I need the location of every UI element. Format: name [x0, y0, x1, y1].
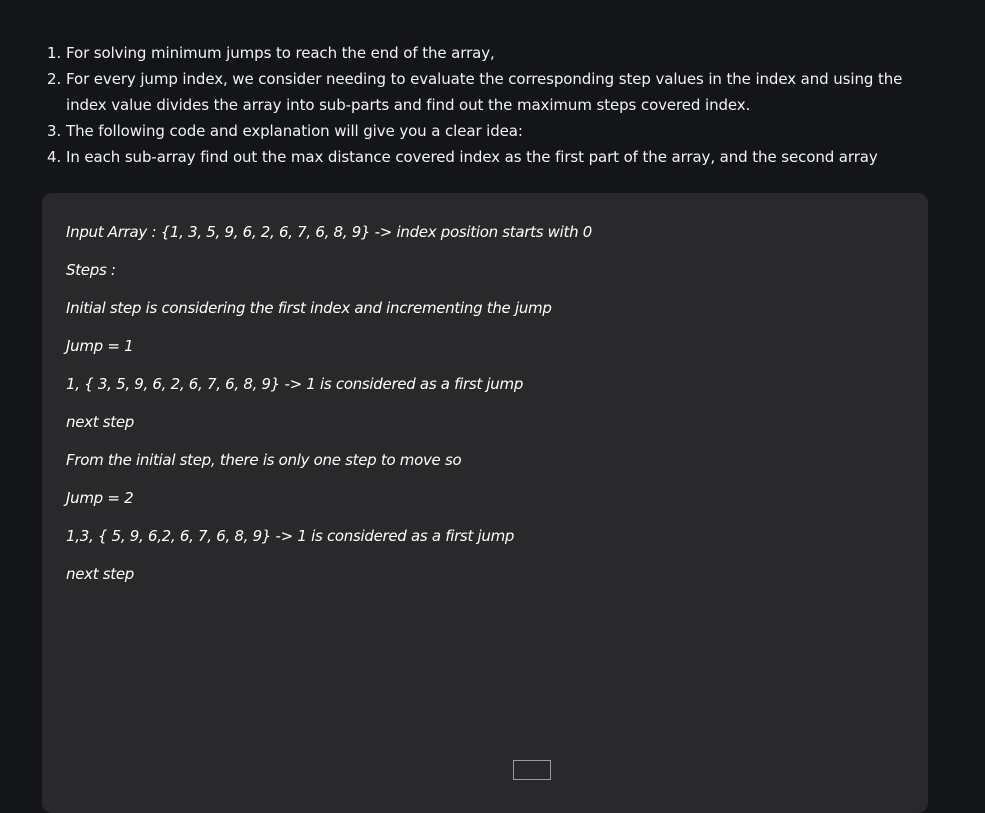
list-item-number: 4. — [47, 148, 62, 166]
explanation-line: 1, { 3, 5, 9, 6, 2, 6, 7, 6, 8, 9} -> 1 … — [66, 375, 524, 393]
explanation-line: From the initial step, there is only one… — [66, 451, 462, 469]
list-item: 4. In each sub-array find out the max di… — [0, 144, 985, 170]
explanation-line: Initial step is considering the first in… — [66, 299, 552, 317]
explanation-line: Input Array : {1, 3, 5, 9, 6, 2, 6, 7, 6… — [66, 223, 593, 241]
steps-list: 1. For solving minimum jumps to reach th… — [0, 40, 985, 170]
list-item-number: 1. — [47, 44, 62, 62]
explanation-line: Steps : — [66, 261, 116, 279]
list-item: 3. The following code and explanation wi… — [0, 118, 985, 144]
list-item-text: In each sub-array find out the max dista… — [66, 148, 878, 166]
list-item: 1. For solving minimum jumps to reach th… — [0, 40, 985, 66]
list-item-text: For solving minimum jumps to reach the e… — [66, 44, 495, 62]
list-item: 2. For every jump index, we consider nee… — [0, 66, 985, 118]
explanation-line: next step — [66, 565, 135, 583]
list-item-number: 2. — [47, 70, 62, 88]
list-item-number: 3. — [47, 122, 62, 140]
explanation-line: Jump = 2 — [66, 489, 134, 507]
explanation-line: Jump = 1 — [66, 337, 134, 355]
list-item-text: For every jump index, we consider needin… — [66, 70, 903, 114]
explanation-line: next step — [66, 413, 135, 431]
explanation-line: 1,3, { 5, 9, 6,2, 6, 7, 6, 8, 9} -> 1 is… — [66, 527, 515, 545]
list-item-text: The following code and explanation will … — [66, 122, 523, 140]
explanation-panel: Input Array : {1, 3, 5, 9, 6, 2, 6, 7, 6… — [42, 193, 928, 813]
scroll-handle[interactable] — [513, 760, 551, 780]
